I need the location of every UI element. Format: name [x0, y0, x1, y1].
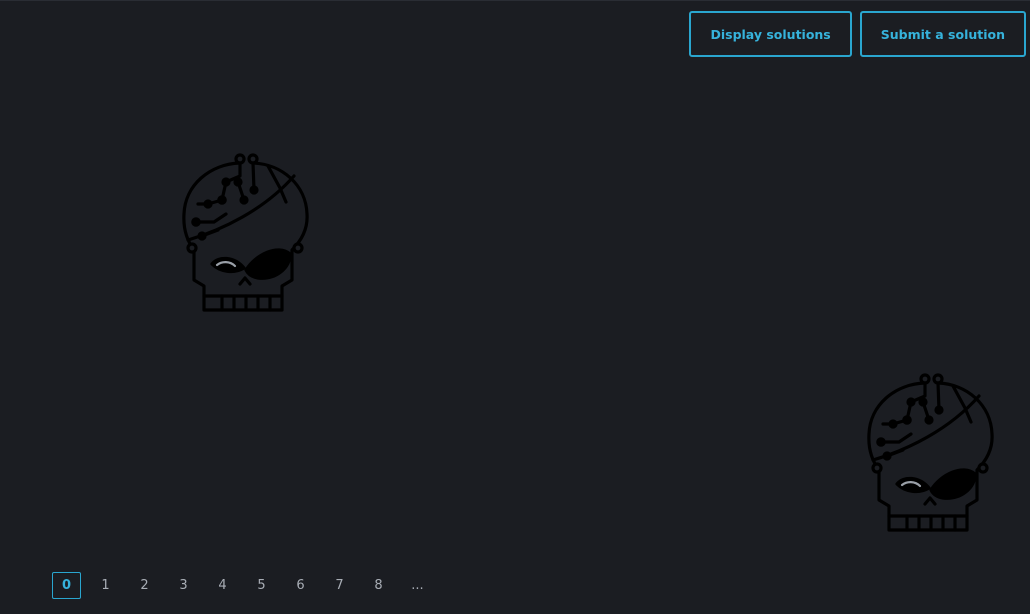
page-link[interactable]: 3	[169, 572, 198, 599]
page-link[interactable]: 6	[286, 572, 315, 599]
page-link[interactable]: 2	[130, 572, 159, 599]
page-link[interactable]: 4	[208, 572, 237, 599]
page-link[interactable]: 5	[247, 572, 276, 599]
pagination-ellipsis: ...	[411, 578, 424, 593]
submit-solution-button[interactable]: Submit a solution	[859, 11, 1026, 57]
page-link[interactable]: 7	[325, 572, 354, 599]
page-link[interactable]: 1	[91, 572, 120, 599]
cyber-skull-icon	[182, 153, 309, 312]
page-link-current[interactable]: 0	[52, 572, 81, 599]
cyber-skull-icon	[867, 373, 994, 532]
page: Display solutions Submit a solution 0 1 …	[0, 0, 1030, 614]
action-bar: Display solutions Submit a solution	[689, 11, 1026, 57]
pagination: 0 1 2 3 4 5 6 7 8 ...	[52, 572, 442, 599]
display-solutions-button[interactable]: Display solutions	[689, 11, 852, 57]
page-link[interactable]: 8	[364, 572, 393, 599]
